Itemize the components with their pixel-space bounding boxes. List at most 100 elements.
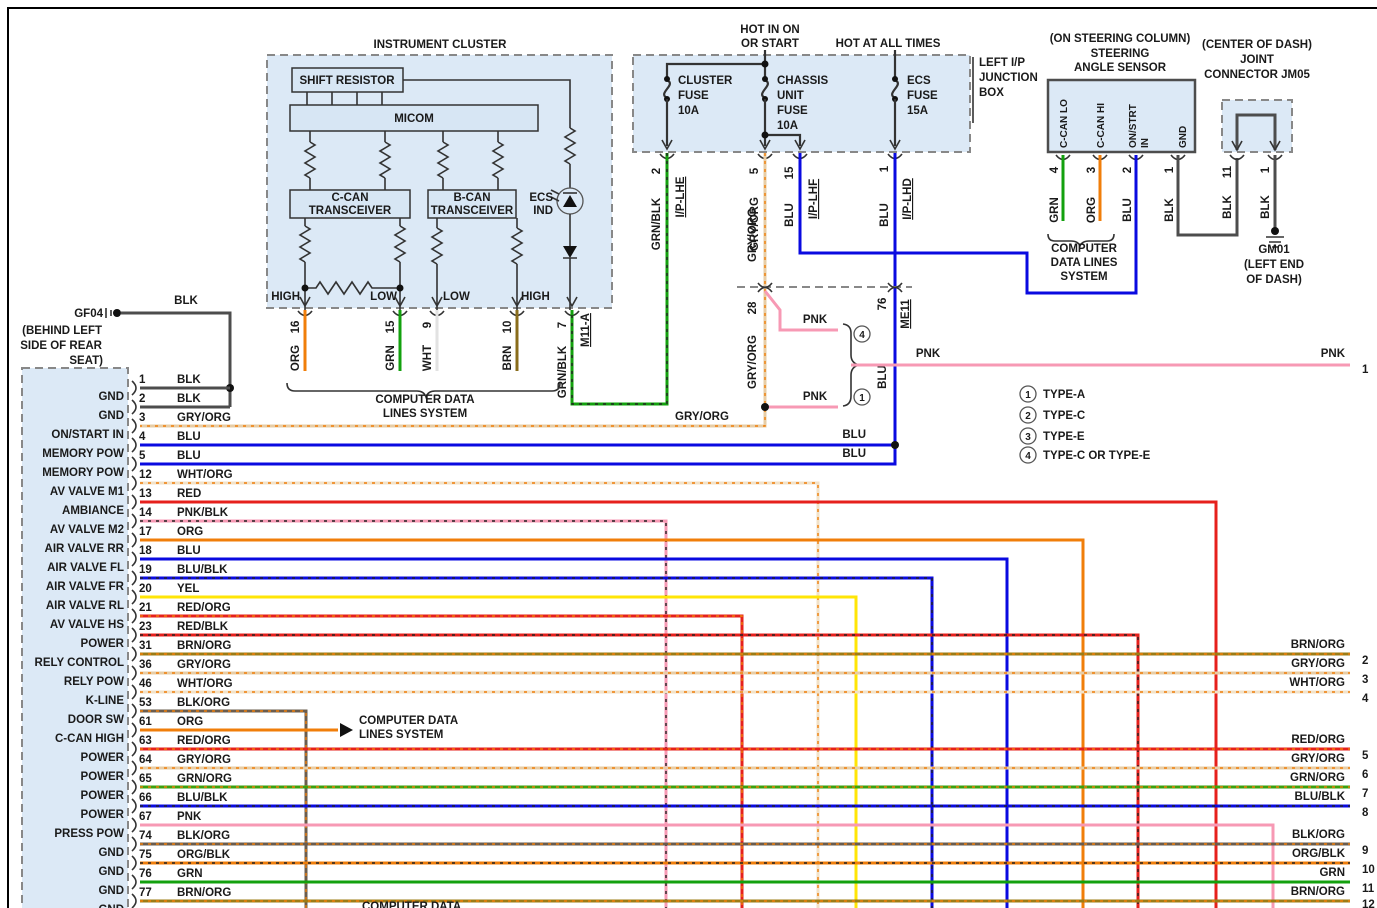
cdls-arrow-label2: LINES SYSTEM (359, 729, 443, 741)
jm05-location: (CENTER OF DASH) (1202, 39, 1312, 51)
legend-symbol: 3 (1025, 432, 1031, 443)
wire-color-label: GRY/ORG (1291, 658, 1345, 670)
connector-id: I/P-LHD (902, 178, 914, 220)
junction-box-label3: BOX (979, 87, 1004, 99)
pin-number: 64 (139, 754, 152, 766)
type-marker: 1 (859, 393, 865, 404)
wire-color-label: PNK (1321, 348, 1346, 360)
connector-id: I/P-LHE (675, 176, 687, 217)
connector-id: I/P-LHF (808, 179, 820, 219)
pin-name: K-LINE (86, 695, 125, 707)
wire-color-label: GRY/ORG (177, 412, 231, 424)
junction-box-label1: LEFT I/P (979, 57, 1025, 69)
pin-number: 10 (502, 321, 514, 334)
wire-color-label: BLK (1222, 194, 1234, 218)
pin-name: RELY POW (64, 676, 124, 688)
pin-name: AV VALVE M1 (50, 486, 125, 498)
junction-dot (891, 441, 899, 449)
wire-color-label: BLU (177, 545, 201, 557)
pin-number: 31 (139, 640, 152, 652)
pin-number: 1 (139, 374, 146, 386)
sensor-pin-label: GND (1178, 126, 1189, 148)
pin-number: 18 (139, 545, 152, 557)
sensor-cdls1: COMPUTER (1051, 243, 1118, 255)
pin-number: 4 (1049, 166, 1061, 173)
b-can-label1: B-CAN (453, 192, 490, 204)
pin-number: 16 (290, 321, 302, 334)
pin-number: 21 (139, 602, 152, 614)
pin-name: GND (98, 391, 124, 403)
wire-color-label: ORG/BLK (177, 849, 231, 861)
wire-color-label: GRY/ORG (177, 659, 231, 671)
c-can-label2: TRANSCEIVER (309, 205, 392, 217)
wire-color-label: BLK/ORG (177, 697, 230, 709)
cdls-arrow-label1: COMPUTER DATA (359, 715, 458, 727)
junction-dot (301, 284, 309, 292)
sensor-pin-label: ON/STRT (1128, 104, 1139, 148)
wire (140, 595, 858, 908)
wire-color-label: BLU (842, 429, 866, 441)
pin-bracket (131, 684, 137, 700)
wire-color-label: BLU (1122, 198, 1134, 222)
wire (140, 823, 1275, 908)
ground-loc2: SIDE OF REAR (20, 340, 102, 352)
pin-name: POWER (81, 809, 125, 821)
ecs-fuse-label1: ECS (907, 75, 931, 87)
pin-name: POWER (81, 771, 125, 783)
jm05-name2: CONNECTOR JM05 (1204, 69, 1310, 81)
ecs-fuse-label2: FUSE (907, 90, 938, 102)
junction-box-label2: JUNCTION (979, 72, 1038, 84)
data-line-arrow (431, 371, 443, 382)
pin-name: C-CAN HIGH (55, 733, 124, 745)
wire-color-label: PNK (916, 348, 941, 360)
data-line-arrow (511, 371, 523, 382)
pin-number: 46 (139, 678, 152, 690)
pin-number: 74 (139, 830, 152, 842)
cdls-label2: LINES SYSTEM (383, 408, 467, 420)
ecs-ind-label1: ECS (529, 192, 553, 204)
connector-arc (1229, 154, 1245, 161)
pin-number: 36 (139, 659, 152, 671)
micom-label: MICOM (394, 113, 434, 125)
pin-number: 75 (139, 849, 152, 861)
wire-color-label: YEL (177, 583, 199, 595)
wire-color-label: BRN (502, 346, 514, 371)
wire (140, 557, 1009, 908)
pin-name: AV VALVE HS (50, 619, 124, 631)
pin-name: AIR VALVE FL (47, 562, 124, 574)
wire-color-label: RED (177, 488, 201, 500)
connector-id: M11-A (580, 313, 592, 347)
low-label: LOW (443, 291, 470, 303)
wire-color-label: GRN (1319, 867, 1345, 879)
sensor-name2: ANGLE SENSOR (1074, 62, 1167, 74)
sensor-pin-label: C-CAN HI (1096, 103, 1107, 148)
wire-color-label: GRN/BLK (651, 197, 663, 250)
pin-number: 65 (139, 773, 152, 785)
wire-color-label: GRN/ORG (1290, 772, 1345, 784)
steering-angle-sensor-box (1046, 78, 1197, 154)
wire-color-label: BRN/ORG (1291, 886, 1345, 898)
ground-loc3: SEAT) (69, 355, 103, 367)
pin-name: MEMORY POW (42, 448, 124, 460)
wire-color-label: BRN/ORG (1291, 639, 1345, 651)
cluster-title: INSTRUMENT CLUSTER (374, 39, 508, 51)
pin-name: AIR VALVE RL (46, 600, 124, 612)
wire-color-label: BLU (877, 365, 889, 389)
ground-dot (1271, 227, 1279, 235)
wire-color-label: PNK/BLK (177, 507, 229, 519)
wire-color-label: BLK (177, 374, 201, 386)
wiring-diagram-page: INSTRUMENT CLUSTER SHIFT RESISTOR MICOM … (0, 0, 1377, 908)
wire-color-label: GRY/ORG (747, 335, 759, 389)
wire-color-label: GRN (1049, 197, 1061, 223)
pin-number: 9 (422, 322, 434, 328)
pin-number: 5 (749, 167, 761, 174)
pin-bracket (131, 817, 137, 833)
pin-bracket (131, 437, 137, 453)
pin-bracket (131, 532, 137, 548)
wire-color-label: GRY/ORG (675, 411, 729, 423)
pin-number: 76 (877, 298, 889, 311)
wiring-diagram: INSTRUMENT CLUSTER SHIFT RESISTOR MICOM … (7, 7, 1377, 908)
pin-bracket (131, 608, 137, 624)
cluster-fuse-label3: 10A (678, 105, 699, 117)
pin-bracket (131, 722, 137, 738)
